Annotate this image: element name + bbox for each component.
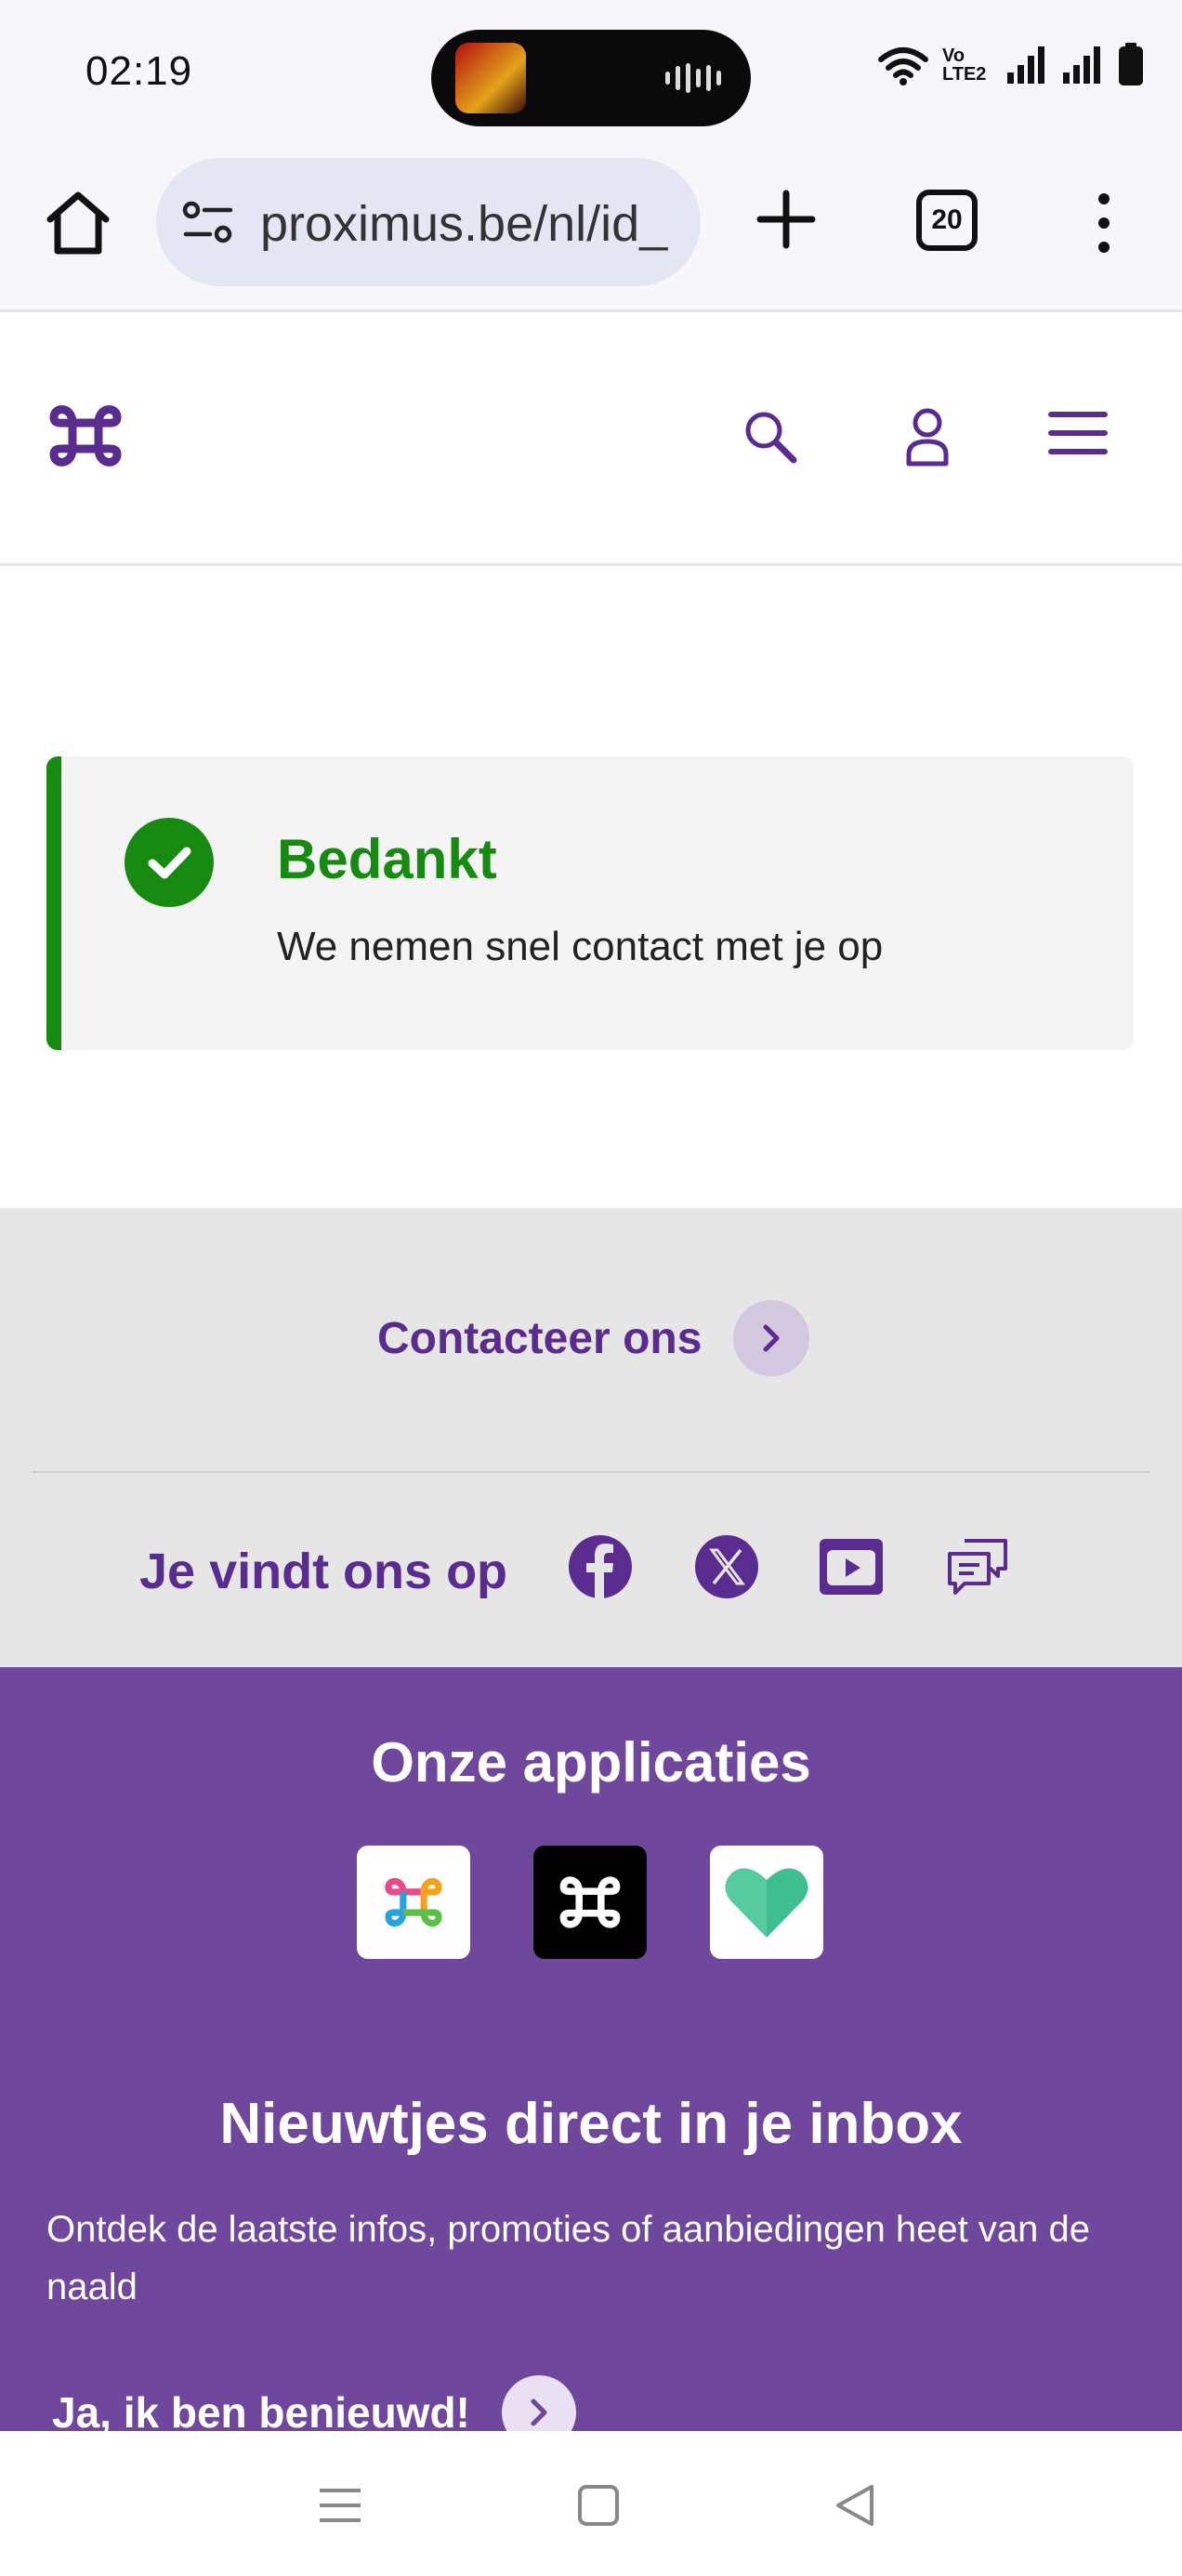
proximus-logo[interactable] <box>45 395 126 477</box>
url-text: proximus.be/nl/id_ <box>260 196 668 252</box>
site-header <box>0 315 1182 566</box>
battery-icon <box>1119 43 1143 85</box>
footer-apps-newsletter: Onze applicaties Nieuwtjes direct in je … <box>0 1667 1182 2450</box>
proximus-health-app-icon[interactable] <box>710 1846 823 1959</box>
contact-us-link[interactable]: Contacteer ons <box>377 1300 810 1376</box>
browser-toolbar: proximus.be/nl/id_ 20 <box>0 149 1182 312</box>
status-icons: Vo LTE2 <box>877 43 1145 87</box>
system-nav-bar <box>0 2431 1182 2576</box>
signal-icon <box>1007 46 1044 84</box>
audio-wave-icon <box>665 63 721 93</box>
user-icon[interactable] <box>901 406 953 467</box>
newsletter-title: Nieuwtjes direct in je inbox <box>219 2092 963 2156</box>
tab-switcher-button[interactable]: 20 <box>916 190 978 251</box>
confirmation-text: We nemen snel contact met je op <box>277 924 884 969</box>
contact-us-label: Contacteer ons <box>377 1313 703 1363</box>
newsletter-cta-label: Ja, ik ben benieuwd! <box>52 2388 470 2437</box>
home-icon[interactable] <box>41 186 115 260</box>
contact-section: Contacteer ons Je vindt ons op <box>0 1208 1182 1667</box>
newsletter-text: Ontdek de laatste infos, promoties of aa… <box>46 2209 1090 2307</box>
myproximus-app-icon[interactable] <box>357 1846 470 1959</box>
more-vert-icon[interactable] <box>1082 190 1126 256</box>
dynamic-island[interactable] <box>431 30 751 126</box>
music-art-icon <box>455 43 526 113</box>
search-icon[interactable] <box>742 408 801 467</box>
youtube-icon[interactable] <box>818 1533 885 1600</box>
community-chat-icon[interactable] <box>944 1533 1011 1600</box>
x-twitter-icon[interactable] <box>693 1533 760 1600</box>
proximus-pickx-app-icon[interactable] <box>533 1846 647 1959</box>
hamburger-menu-icon[interactable] <box>1048 410 1108 456</box>
site-settings-icon[interactable] <box>182 199 234 245</box>
chevron-right-icon <box>733 1300 810 1376</box>
social-label: Je vindt ons op <box>139 1544 508 1599</box>
new-tab-icon[interactable] <box>743 177 829 262</box>
signal-icon <box>1063 46 1100 84</box>
back-icon[interactable] <box>829 2477 885 2533</box>
recents-icon[interactable] <box>312 2477 368 2533</box>
wifi-icon <box>878 47 928 85</box>
apps-title: Onze applicaties <box>371 1731 811 1794</box>
home-square-icon[interactable] <box>571 2477 626 2533</box>
divider <box>32 1471 1150 1473</box>
confirmation-title: Bedankt <box>277 828 497 890</box>
facebook-icon[interactable] <box>567 1533 634 1600</box>
volte-icon: Vo LTE2 <box>942 46 987 85</box>
status-time: 02:19 <box>85 48 193 94</box>
checkmark-icon <box>125 818 214 907</box>
confirmation-message: Bedankt We nemen snel contact met je op <box>46 756 1134 1050</box>
status-bar: 02:19 Vo LTE2 <box>0 0 1182 149</box>
address-bar[interactable]: proximus.be/nl/id_ <box>156 158 701 286</box>
